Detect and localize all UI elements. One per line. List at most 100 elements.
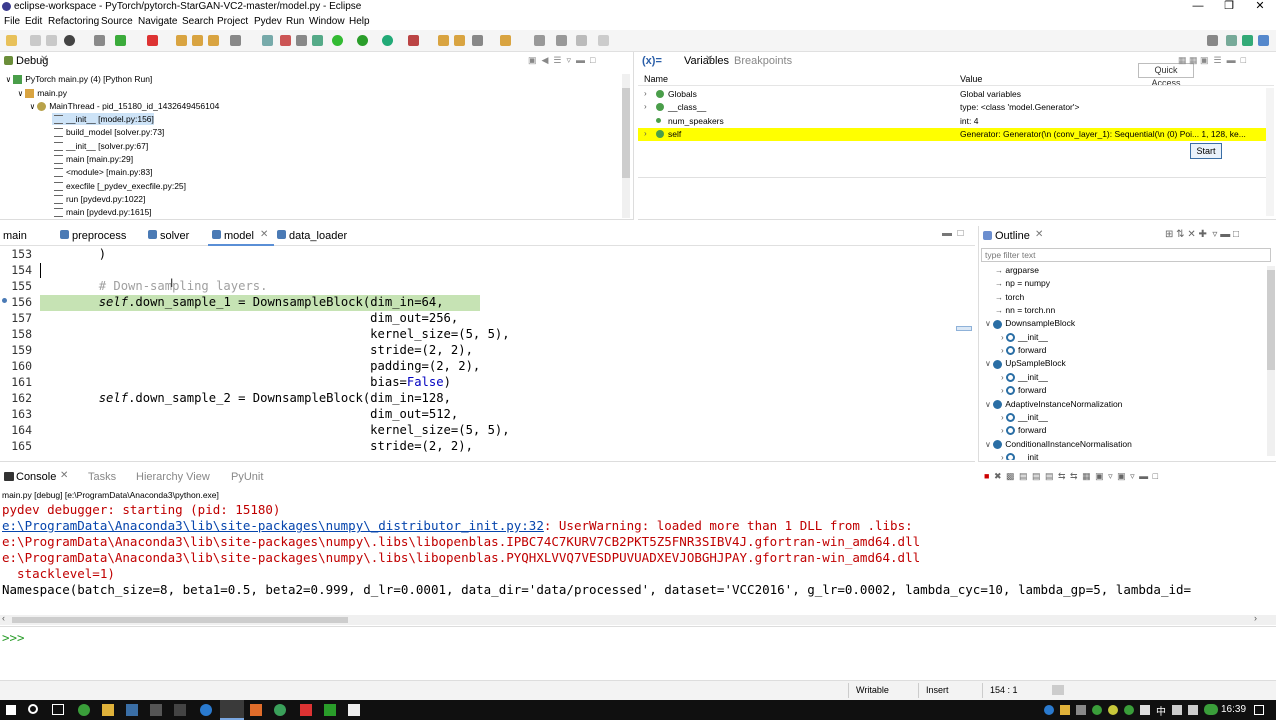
tray-icon[interactable] — [1108, 705, 1118, 715]
column-name[interactable]: Name — [644, 74, 668, 84]
tool-icon[interactable] — [312, 35, 323, 46]
outline-import[interactable]: → argparse — [995, 265, 1039, 275]
outline-toolbar-icons[interactable]: ⊞ ⇅ ✕ ✚ ▿ ▬ □ — [1165, 229, 1239, 240]
maximize-button[interactable]: ❐ — [1215, 0, 1243, 14]
stack-frame[interactable]: run [pydevd.py:1022] — [54, 194, 145, 205]
outline-method[interactable]: › __init__ — [1001, 412, 1048, 423]
variable-row[interactable]: num_speakers int: 4 — [638, 115, 1274, 128]
expand-icon[interactable]: ∨ — [985, 319, 991, 328]
outline-method[interactable]: › forward — [1001, 345, 1046, 356]
search-icon[interactable] — [472, 35, 483, 46]
windows-start-icon[interactable] — [6, 705, 16, 715]
outline-tab[interactable]: Outline — [995, 230, 1030, 242]
debug-target-icon[interactable] — [64, 35, 75, 46]
pin-icon[interactable] — [534, 35, 545, 46]
pyunit-tab[interactable]: PyUnit — [231, 471, 263, 483]
expand-icon[interactable]: ∨ — [985, 440, 991, 449]
expand-icon[interactable]: ∨ — [985, 400, 991, 409]
open-perspective-icon[interactable] — [1207, 35, 1218, 46]
stack-frame[interactable]: build_model [solver.py:73] — [54, 127, 164, 138]
expand-icon[interactable]: › — [644, 129, 647, 138]
outline-method[interactable]: › __init__ — [1001, 372, 1048, 383]
tasks-tab[interactable]: Tasks — [88, 471, 116, 483]
outline-import[interactable]: → np = numpy — [995, 278, 1050, 288]
menu-run[interactable]: Run — [286, 16, 304, 27]
expand-icon[interactable]: › — [1001, 386, 1004, 395]
hierarchy-view-tab[interactable]: Hierarchy View — [136, 471, 210, 483]
debug-icon[interactable] — [332, 35, 343, 46]
outline-method[interactable]: › __init__ — [1001, 332, 1048, 342]
perspective-java-icon[interactable] — [1258, 35, 1269, 46]
search-icon[interactable] — [28, 704, 38, 714]
taskbar-clock[interactable]: 16:39 — [1221, 704, 1246, 715]
resume-icon[interactable] — [115, 35, 126, 46]
app-icon[interactable] — [126, 704, 138, 716]
back-icon[interactable] — [556, 35, 567, 46]
outline-class[interactable]: ∨ UpSampleBlock — [985, 358, 1066, 369]
stack-frame[interactable]: main [pydevd.py:1615] — [54, 207, 152, 218]
outline-class[interactable]: ∨ DownsampleBlock — [985, 318, 1075, 329]
app-icon[interactable] — [348, 704, 360, 716]
minimize-maximize-icons[interactable]: ▬ □ — [942, 228, 964, 239]
tab-solver[interactable]: solver — [160, 230, 189, 242]
outline-filter-input[interactable]: type filter text — [981, 248, 1271, 262]
volume-icon[interactable] — [1188, 705, 1198, 715]
perspective-pydev-icon[interactable] — [1226, 35, 1237, 46]
expand-icon[interactable]: › — [644, 89, 647, 98]
run-icon[interactable] — [357, 35, 368, 46]
expand-icon[interactable]: › — [1001, 426, 1004, 435]
tray-icon[interactable] — [1172, 705, 1182, 715]
outline-import[interactable]: → nn = torch.nn — [995, 305, 1055, 315]
external-tools-icon[interactable] — [408, 35, 419, 46]
stack-frame[interactable]: main [main.py:29] — [54, 154, 133, 165]
outline-scrollbar[interactable] — [1267, 266, 1275, 456]
perspective-debug-icon[interactable] — [1242, 35, 1253, 46]
tool-icon[interactable] — [280, 35, 291, 46]
code-editor[interactable]: 153 154 155 156 157 158 159 160 161 162 … — [0, 246, 975, 462]
annotation-icon[interactable] — [500, 35, 511, 46]
stack-frame[interactable]: __init__ [model.py:156] — [54, 114, 154, 125]
view-toolbar-icons[interactable]: ▦ ▦ ▣ ☰ ▬ □ — [1178, 55, 1246, 66]
menu-window[interactable]: Window — [309, 16, 345, 27]
tooltip-start-button[interactable]: Start — [1190, 143, 1222, 159]
close-icon[interactable]: ✕ — [260, 229, 268, 240]
terminal-icon[interactable] — [174, 704, 186, 716]
close-icon[interactable]: ✕ — [1035, 229, 1043, 240]
tab-model-active[interactable]: model ✕ — [208, 226, 274, 246]
close-button[interactable]: ✕ — [1246, 0, 1274, 14]
expand-icon[interactable]: › — [1001, 413, 1004, 422]
navigate-icon[interactable] — [598, 35, 609, 46]
column-value[interactable]: Value — [960, 74, 982, 84]
file-explorer-icon[interactable] — [102, 704, 114, 716]
tree-process[interactable]: ∨ main.py — [18, 88, 67, 99]
menu-source[interactable]: Source — [101, 16, 133, 27]
expand-icon[interactable]: › — [1001, 373, 1004, 382]
variables-scrollbar[interactable] — [1266, 88, 1274, 216]
close-icon[interactable]: ✕ — [60, 470, 68, 481]
console-tab[interactable]: Console — [16, 471, 56, 483]
stack-frame[interactable]: execfile [_pydev_execfile.py:25] — [54, 181, 186, 192]
menu-file[interactable]: File — [4, 16, 20, 27]
notification-icon[interactable] — [1254, 705, 1264, 715]
expand-icon[interactable]: › — [644, 102, 647, 111]
eclipse-taskbar-button[interactable] — [220, 700, 244, 720]
minimize-button[interactable]: — — [1184, 0, 1212, 14]
outline-method[interactable]: › __init__ — [1001, 452, 1048, 460]
tray-icon[interactable] — [1140, 705, 1150, 715]
tree-thread[interactable]: ∨ MainThread - pid_15180_id_143264945610… — [30, 101, 219, 112]
debug-scrollbar[interactable] — [622, 74, 630, 218]
save-icon[interactable] — [30, 35, 41, 46]
expand-icon[interactable]: › — [1001, 346, 1004, 355]
expand-icon[interactable]: ∨ — [985, 359, 991, 368]
breakpoint-icon[interactable] — [2, 298, 7, 303]
tray-icon[interactable] — [1204, 704, 1218, 715]
console-file-link[interactable]: e:\ProgramData\Anaconda3\lib\site-packag… — [2, 518, 544, 533]
app-icon[interactable] — [150, 704, 162, 716]
console-toolbar-icons[interactable]: ■ ✖ ▩ ▤ ▤ ▤ ⇆ ⇆ ▦ ▣ ▿ ▣ ▿ ▬ □ — [984, 471, 1159, 482]
ime-icon[interactable]: 中 — [1156, 703, 1166, 718]
menu-project[interactable]: Project — [217, 16, 248, 27]
variable-row[interactable]: › __class__ type: <class 'model.Generato… — [638, 101, 1274, 114]
menu-pydev[interactable]: Pydev — [254, 16, 282, 27]
expand-icon[interactable]: › — [1001, 453, 1004, 460]
menu-edit[interactable]: Edit — [25, 16, 42, 27]
